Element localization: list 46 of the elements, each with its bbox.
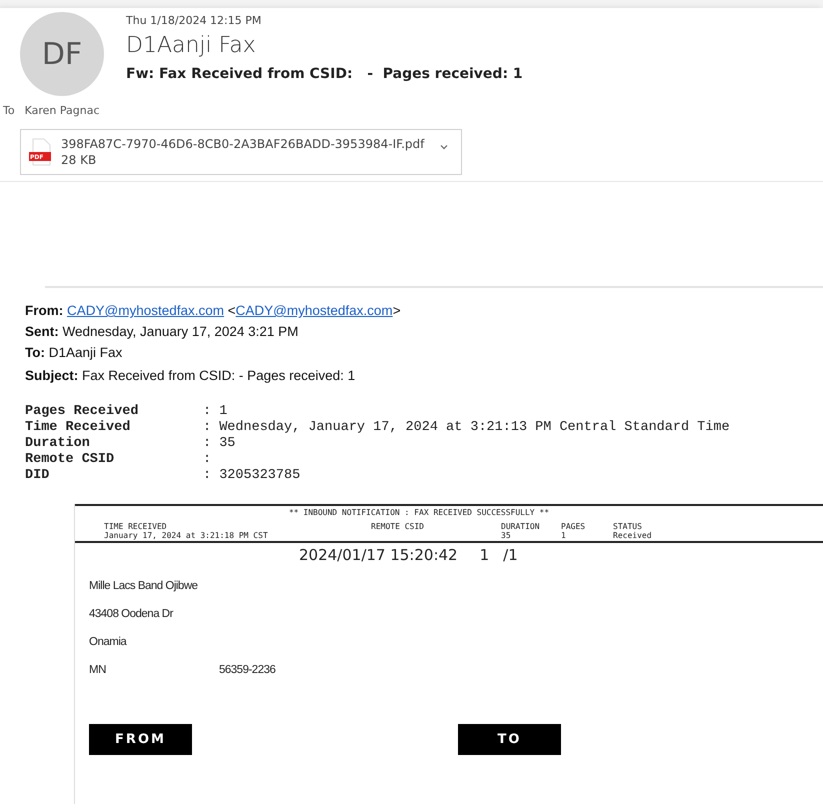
field-label: DID xyxy=(25,468,50,484)
pdf-file-icon xyxy=(29,138,53,166)
to-label: To xyxy=(3,104,15,117)
column-heading: PAGES xyxy=(561,522,586,531)
fax-timestamp: 2024/01/17 15:20:42 xyxy=(299,546,458,564)
column-heading: REMOTE CSID xyxy=(371,522,425,531)
column-value: Received xyxy=(613,531,653,540)
address-text: MN xyxy=(89,664,107,678)
date-text: Thu 1/18/2024 12:15 PM xyxy=(126,14,262,27)
banner-title: ** INBOUND NOTIFICATION : FAX RECEIVED SUCCESSFULLY ** xyxy=(288,508,550,517)
avatar: DF xyxy=(20,12,104,96)
header-line: From: CADY@myhostedfax.com <CADY@myhostedfax.com> xyxy=(25,302,402,320)
column-value: 1 xyxy=(561,531,567,540)
from-tag: FROM xyxy=(89,724,192,755)
column-value: January 17, 2024 at 3:21:18 PM CST xyxy=(104,531,269,540)
column-heading: DURATION xyxy=(501,522,541,531)
address-text: Mille Lacs Band Ojibwe xyxy=(89,580,199,594)
field-label: Remote CSID xyxy=(25,452,116,468)
attachment-size: 28 KB xyxy=(61,152,98,168)
field-value: : 1 xyxy=(203,404,228,420)
email-link[interactable]: CADY@myhostedfax.com xyxy=(67,303,224,318)
header-line: Sent: Wednesday, January 17, 2024 3:21 PM xyxy=(25,323,300,341)
to-tag: TO xyxy=(458,724,561,755)
header-line: To: D1Aanji Fax xyxy=(25,344,124,362)
field-value: : Wednesday, January 17, 2024 at 3:21:13 PM Central Standard Time xyxy=(203,420,730,436)
caret-icon[interactable] xyxy=(440,144,448,150)
header-line: Subject: Fax Received from CSID: - Pages received: 1 xyxy=(25,367,356,385)
column-value: 35 xyxy=(501,531,512,540)
field-label: Pages Received xyxy=(25,404,140,420)
page-total: /1 xyxy=(503,546,518,564)
field-label: Time Received xyxy=(25,420,132,436)
email-link[interactable]: CADY@myhostedfax.com xyxy=(236,303,393,318)
field-value: : xyxy=(203,452,212,468)
column-heading: STATUS xyxy=(613,522,643,531)
field-value: : 3205323785 xyxy=(203,468,300,484)
email-subject: Fw: Fax Received from CSID: - Pages received: 1 xyxy=(126,66,523,82)
attachment-filename: 398FA87C-7970-46D6-8CB0-2A3BAF26BADD-3953984-IF.pdf xyxy=(61,136,424,152)
address-text: 43408 Oodena Dr xyxy=(89,608,174,622)
address-text: Onamia xyxy=(89,636,128,650)
field-value: : 35 xyxy=(203,436,236,452)
column-heading: TIME RECEIVED xyxy=(104,522,168,531)
address-text: 56359-2236 xyxy=(219,664,276,678)
sender-name: D1Aanji Fax xyxy=(126,33,257,58)
field-label: Duration xyxy=(25,436,91,452)
page-number: 1 xyxy=(480,546,490,564)
recipient-name[interactable]: Karen Pagnac xyxy=(24,104,100,117)
